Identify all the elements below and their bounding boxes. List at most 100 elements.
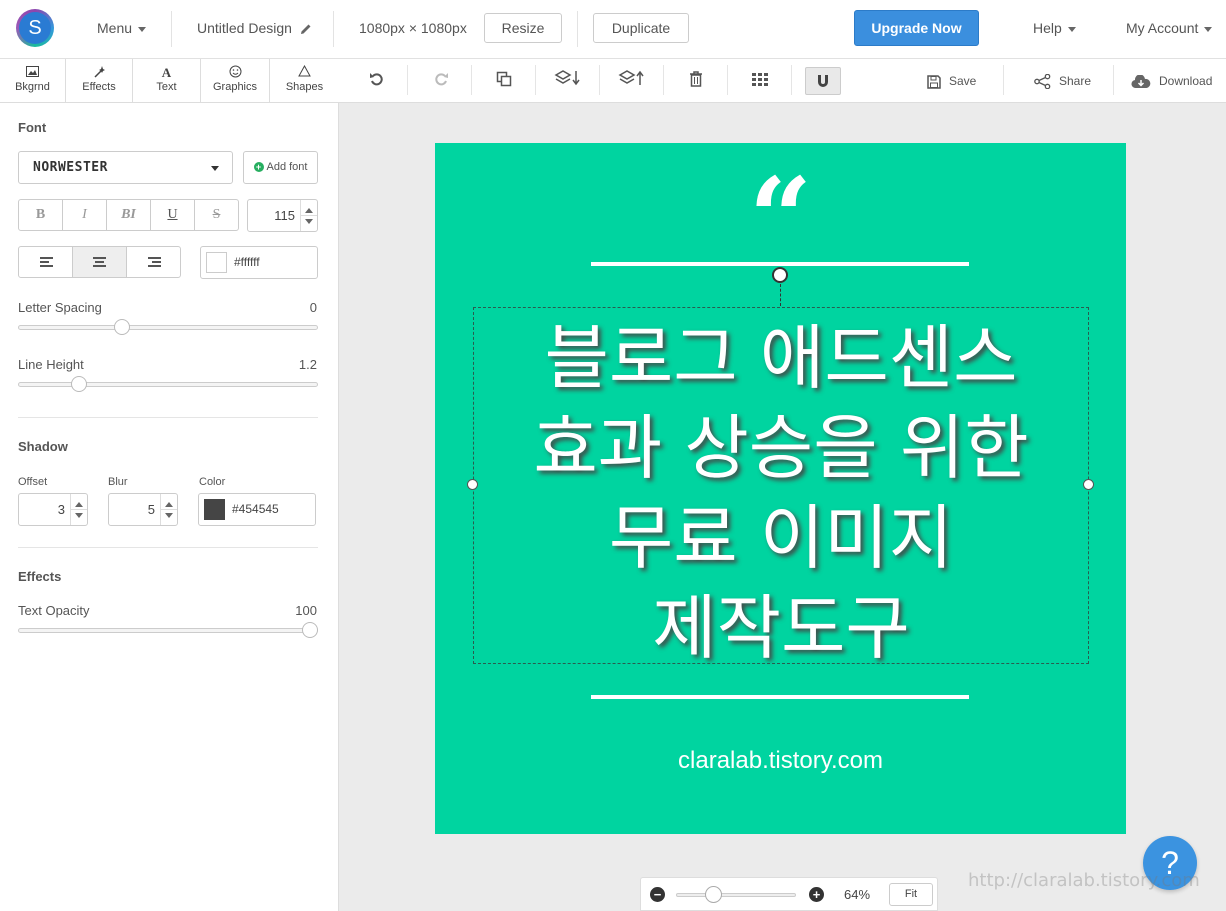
shadow-color-label: Color	[199, 476, 226, 488]
design-canvas[interactable]: “ 블로그 애드센스 효과 상승을 위한 무료 이미지 제작도구 clarala…	[435, 143, 1126, 834]
app-logo[interactable]: S	[16, 9, 54, 47]
font-select[interactable]: NORWESTER	[18, 151, 233, 184]
bring-forward-button[interactable]	[614, 67, 650, 95]
design-title[interactable]: Untitled Design	[197, 0, 312, 58]
line-height-value: 1.2	[298, 357, 317, 372]
copy-button[interactable]	[486, 67, 522, 95]
divider	[727, 65, 728, 95]
snap-magnet-button[interactable]	[805, 67, 841, 95]
shadow-color-picker[interactable]: #454545	[198, 493, 316, 526]
text-format-group: B I BI U S	[18, 199, 239, 231]
zoom-in-icon[interactable]: +	[809, 887, 824, 902]
chevron-down-icon	[1204, 26, 1213, 32]
text-opacity-value: 100	[295, 603, 317, 618]
upgrade-button[interactable]: Upgrade Now	[854, 10, 979, 46]
resize-button[interactable]: Resize	[484, 13, 562, 43]
cloud-download-icon	[1131, 74, 1151, 88]
resize-handle-left[interactable]	[467, 479, 478, 490]
align-right-button[interactable]	[127, 247, 180, 277]
arrow-down-icon[interactable]	[165, 513, 173, 518]
line-height-slider[interactable]	[18, 376, 318, 392]
resize-handle-right[interactable]	[1083, 479, 1094, 490]
domain-text[interactable]: claralab.tistory.com	[435, 747, 1126, 775]
grid-button[interactable]	[742, 67, 778, 95]
tab-label: Effects	[82, 81, 116, 93]
zoom-out-icon[interactable]: −	[650, 887, 665, 902]
arrow-down-icon[interactable]	[305, 219, 313, 224]
zoom-slider-handle[interactable]	[705, 886, 722, 903]
share-button[interactable]: Share	[1034, 59, 1091, 103]
tab-text[interactable]: A Text	[133, 59, 201, 102]
smiley-icon	[201, 65, 269, 81]
tab-effects[interactable]: Effects	[66, 59, 133, 102]
account-menu[interactable]: My Account	[1126, 0, 1213, 58]
slider-handle[interactable]	[302, 622, 318, 638]
shadow-section-title: Shadow	[18, 439, 68, 454]
help-menu[interactable]: Help	[1033, 0, 1076, 58]
align-center-icon	[93, 257, 106, 267]
arrow-down-icon[interactable]	[75, 513, 83, 518]
account-label: My Account	[1126, 20, 1199, 36]
divider	[599, 65, 600, 95]
top-divider-line[interactable]	[591, 262, 969, 266]
align-left-button[interactable]	[19, 247, 73, 277]
letter-spacing-slider[interactable]	[18, 319, 318, 335]
tab-label: Bkgrnd	[15, 81, 50, 93]
layers-down-icon	[554, 70, 580, 86]
tab-graphics[interactable]: Graphics	[201, 59, 270, 102]
rotate-handle-icon[interactable]	[772, 267, 788, 283]
quote-mark[interactable]: “	[435, 163, 1126, 273]
arrow-up-icon[interactable]	[165, 502, 173, 507]
align-center-button[interactable]	[73, 247, 127, 277]
chevron-down-icon	[138, 26, 147, 32]
save-button[interactable]: Save	[927, 59, 976, 103]
chevron-down-icon	[1067, 26, 1076, 32]
slider-handle[interactable]	[71, 376, 87, 392]
bold-italic-button[interactable]: BI	[107, 200, 151, 230]
undo-button[interactable]	[359, 67, 395, 95]
divider	[18, 417, 318, 418]
effects-section-title: Effects	[18, 569, 62, 584]
tab-shapes[interactable]: Shapes	[270, 59, 339, 102]
underline-button[interactable]: U	[151, 200, 195, 230]
pencil-icon	[300, 24, 311, 35]
fit-button[interactable]: Fit	[889, 883, 933, 906]
font-section-title: Font	[18, 120, 47, 135]
bold-button[interactable]: B	[19, 200, 63, 230]
shadow-offset-stepper[interactable]: 3	[18, 493, 88, 526]
strikethrough-button[interactable]: S	[195, 200, 238, 230]
zoom-percent: 64%	[844, 887, 871, 902]
duplicate-button[interactable]: Duplicate	[593, 13, 689, 43]
shadow-offset-label: Offset	[18, 476, 48, 488]
send-backward-button[interactable]	[550, 67, 586, 95]
slider-handle[interactable]	[114, 319, 130, 335]
font-size-stepper[interactable]: 115	[247, 199, 318, 232]
arrow-up-icon[interactable]	[75, 502, 83, 507]
redo-button[interactable]	[423, 67, 459, 95]
divider	[171, 11, 172, 47]
divider	[577, 11, 578, 47]
editor-toolbar: Save Share Download	[339, 59, 1226, 103]
tab-background[interactable]: Bkgrnd	[0, 59, 66, 102]
shadow-blur-stepper[interactable]: 5	[108, 493, 178, 526]
italic-button[interactable]: I	[63, 200, 107, 230]
layers-up-icon	[618, 70, 644, 85]
menu-button[interactable]: Menu	[97, 0, 147, 58]
zoom-slider[interactable]	[676, 893, 796, 897]
text-icon: A	[161, 65, 172, 80]
share-icon	[1034, 73, 1051, 90]
chevron-down-icon	[211, 166, 219, 171]
magnet-icon	[818, 75, 828, 87]
arrow-up-icon[interactable]	[305, 208, 313, 213]
letter-spacing-value: 0	[309, 300, 317, 315]
add-font-button[interactable]: + Add font	[243, 151, 318, 184]
download-button[interactable]: Download	[1131, 59, 1212, 103]
text-opacity-slider[interactable]	[18, 622, 318, 638]
delete-button[interactable]	[678, 67, 714, 95]
bottom-divider-line[interactable]	[591, 695, 969, 699]
tab-label: Graphics	[212, 81, 258, 93]
watermark: http://claralab.tistory.com	[968, 870, 1200, 891]
shadow-blur-label: Blur	[108, 476, 128, 488]
text-color-picker[interactable]: #ffffff	[200, 246, 318, 279]
divider	[18, 547, 318, 548]
